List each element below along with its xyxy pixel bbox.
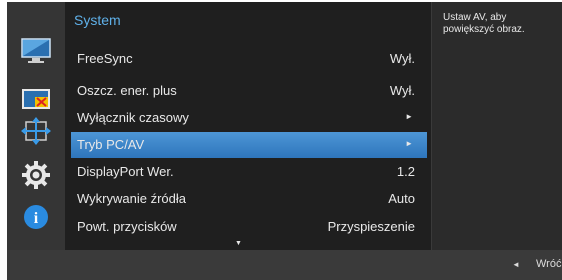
menu-item-value: Przyspieszenie xyxy=(327,219,415,234)
help-panel: Ustaw AV, aby powiększyć obraz. xyxy=(432,2,562,250)
menu-item-label: Oszcz. ener. plus xyxy=(77,83,177,98)
menu-title: System xyxy=(74,12,121,28)
menu-item-label: Wyłącznik czasowy xyxy=(77,110,189,125)
menu-item-value: Wył. xyxy=(389,51,415,66)
osd-footer: ◄ Wróć xyxy=(7,250,562,280)
settings-gear-icon[interactable] xyxy=(21,160,51,190)
menu-item-freesync[interactable]: FreeSync Wył. xyxy=(71,46,427,72)
menu-item-label: DisplayPort Wer. xyxy=(77,164,174,179)
information-icon[interactable]: i xyxy=(21,202,51,232)
system-menu: System FreeSync Wył. Oszcz. ener. plus W… xyxy=(65,2,432,250)
back-button[interactable]: Wróć xyxy=(536,258,561,270)
menu-item-eco-saving-plus[interactable]: Oszcz. ener. plus Wył. xyxy=(71,78,427,104)
menu-item-source-detection[interactable]: Wykrywanie źródła Auto xyxy=(71,186,427,212)
menu-item-label: FreeSync xyxy=(77,51,133,66)
menu-item-value: 1.2 xyxy=(396,164,415,179)
menu-item-label: Wykrywanie źródła xyxy=(77,191,186,206)
scroll-down-icon[interactable]: ▼ xyxy=(235,240,242,247)
menu-item-label: Tryb PC/AV xyxy=(77,137,145,152)
monitor-osd: i System FreeSync Wył. Oszcz. ener. plus… xyxy=(7,2,562,280)
help-text: Ustaw AV, aby powiększyć obraz. xyxy=(443,12,525,35)
menu-item-off-timer[interactable]: Wyłącznik czasowy ► xyxy=(71,105,427,131)
size-position-icon[interactable] xyxy=(21,116,51,146)
picture-icon[interactable] xyxy=(21,36,51,66)
menu-item-value: Auto xyxy=(388,191,415,206)
menu-item-pc-av-mode[interactable]: Tryb PC/AV ► xyxy=(71,132,427,158)
information-glyph: i xyxy=(34,210,39,227)
menu-item-displayport-version[interactable]: DisplayPort Wer. 1.2 xyxy=(71,159,427,185)
chevron-right-icon: ► xyxy=(405,139,413,148)
osd-sidebar: i xyxy=(7,2,65,250)
menu-item-key-repeat[interactable]: Powt. przycisków Przyspieszenie xyxy=(71,214,427,240)
menu-item-label: Powt. przycisków xyxy=(77,219,177,234)
back-arrow-icon: ◄ xyxy=(512,260,520,269)
menu-item-value: Wył. xyxy=(389,83,415,98)
chevron-right-icon: ► xyxy=(405,112,413,121)
color-icon[interactable] xyxy=(21,84,51,114)
